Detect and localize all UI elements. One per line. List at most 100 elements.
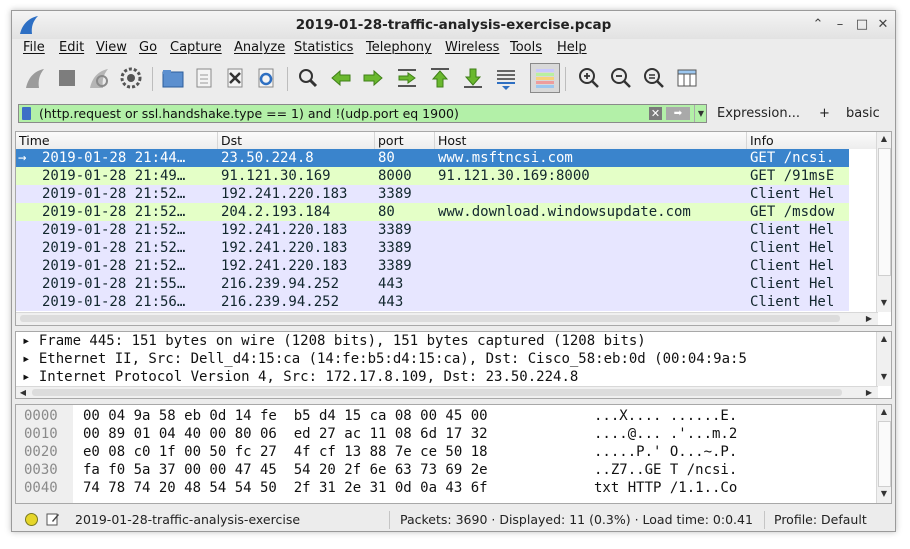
zoom-in-icon[interactable] — [574, 63, 604, 93]
table-row[interactable]: 2019-01-28 21:52… 192.241.220.183 3389 Clie… — [16, 257, 849, 275]
stop-icon[interactable] — [52, 63, 82, 93]
menu-view[interactable]: View — [96, 40, 127, 55]
scroll-left-arrow[interactable]: ◀ — [16, 386, 30, 398]
scroll-down-arrow[interactable]: ▼ — [877, 487, 891, 501]
byte-hex[interactable]: 74 78 74 20 48 54 54 50 2f 31 2e 31 0d 0… — [83, 479, 488, 497]
table-row[interactable]: 2019-01-28 21:56… 216.239.94.252 443 Client… — [16, 293, 849, 311]
table-row[interactable]: 2019-01-28 21:49… 91.121.30.169 8000 91.121… — [16, 167, 849, 185]
close-button[interactable]: ✕ — [874, 16, 892, 34]
status-profile[interactable]: Profile: Default — [774, 512, 867, 527]
table-row[interactable]: 2019-01-28 21:55… 216.239.94.252 443 Client… — [16, 275, 849, 293]
normal-size-icon[interactable] — [639, 63, 669, 93]
menu-capture[interactable]: Capture — [170, 40, 222, 55]
table-row[interactable]: 2019-01-28 21:52… 192.241.220.183 3389 Clie… — [16, 239, 849, 257]
table-row[interactable]: 2019-01-28 21:52… 204.2.193.184 80 www.down… — [16, 203, 849, 221]
autoscroll-icon[interactable] — [491, 63, 521, 93]
back-arrow-icon[interactable] — [326, 63, 356, 93]
scroll-up-arrow[interactable]: ▲ — [877, 405, 891, 419]
restart-icon[interactable] — [84, 63, 114, 93]
maximize-button[interactable]: □ — [853, 16, 871, 34]
cell-time: 2019-01-28 21:49… — [42, 168, 186, 184]
packet-list-hscrollbar[interactable]: ▶ — [16, 312, 878, 325]
packet-list-vscrollbar[interactable]: ▲ ▼ — [876, 132, 891, 312]
menu-help[interactable]: Help — [557, 40, 587, 55]
menu-file[interactable]: File — [23, 40, 45, 55]
menu-edit[interactable]: Edit — [59, 40, 84, 55]
close-file-icon[interactable] — [220, 63, 250, 93]
menu-telephony[interactable]: Telephony — [366, 40, 432, 55]
byte-hex[interactable]: 00 89 01 04 40 00 80 06 ed 27 ac 11 08 6… — [83, 425, 488, 443]
zoom-out-icon[interactable] — [606, 63, 636, 93]
filter-button-basic[interactable]: basic — [846, 106, 880, 121]
byte-hex[interactable]: 00 04 9a 58 eb 0d 14 fe b5 d4 15 ca 08 0… — [83, 407, 488, 425]
byte-offset: 0030 — [24, 462, 58, 478]
column-header-info[interactable]: Info — [747, 132, 878, 149]
tree-item-ethernet[interactable]: ▸ Ethernet II, Src: Dell_d4:15:ca (14:fe… — [22, 350, 747, 368]
table-row[interactable]: 2019-01-28 21:52… 192.241.220.183 3389 Clie… — [16, 185, 849, 203]
toolbar-separator — [152, 67, 153, 91]
byte-ascii[interactable]: ..Z7..GE T /ncsi. — [594, 461, 737, 479]
apply-filter-icon[interactable]: ➡ — [666, 107, 690, 120]
display-filter-input[interactable]: (http.request or ssl.handshake.type == 1… — [18, 104, 707, 123]
shade-button[interactable]: ⌃ — [809, 16, 827, 34]
menu-analyze[interactable]: Analyze — [234, 40, 285, 55]
scroll-up-arrow[interactable]: ▲ — [877, 332, 891, 346]
scroll-down-arrow[interactable]: ▼ — [877, 370, 891, 384]
byte-hex[interactable]: e0 08 c0 1f 00 50 fc 27 4f cf 13 88 7e c… — [83, 443, 488, 461]
bookmark-icon[interactable] — [22, 107, 31, 120]
reload-icon[interactable] — [251, 63, 281, 93]
menu-tools[interactable]: Tools — [510, 40, 542, 55]
first-packet-icon[interactable] — [425, 63, 455, 93]
byte-ascii[interactable]: .....P.' O...~.P. — [594, 443, 737, 461]
tree-item-frame[interactable]: ▸ Frame 445: 151 bytes on wire (1208 bit… — [22, 332, 646, 350]
scroll-thumb[interactable] — [878, 421, 891, 487]
scroll-up-arrow[interactable]: ▲ — [877, 132, 891, 146]
byte-ascii[interactable]: txt HTTP /1.1..Co — [594, 479, 737, 497]
file-icon[interactable] — [189, 63, 219, 93]
status-separator — [764, 511, 765, 529]
capture-options-icon[interactable] — [116, 63, 146, 93]
scroll-down-arrow[interactable]: ▼ — [877, 296, 891, 310]
cell-dst: 216.239.94.252 — [221, 276, 340, 292]
byte-ascii[interactable]: ....@... .'...m.2 — [594, 425, 737, 443]
shark-fin-start-icon[interactable] — [20, 63, 50, 93]
bytes-vscrollbar[interactable]: ▲ ▼ — [876, 405, 891, 503]
capture-comment-icon[interactable] — [46, 512, 60, 526]
hscroll-thumb[interactable] — [20, 315, 840, 322]
byte-ascii[interactable]: ...X.... ......E. — [594, 407, 737, 425]
search-icon[interactable] — [293, 63, 323, 93]
column-header-time[interactable]: Time — [16, 132, 218, 149]
scroll-right-arrow[interactable]: ▶ — [862, 386, 876, 398]
hscroll-thumb[interactable] — [32, 389, 842, 396]
column-header-port[interactable]: port — [375, 132, 435, 149]
clear-filter-icon[interactable]: ✕ — [649, 107, 662, 120]
goto-packet-icon[interactable] — [392, 63, 422, 93]
table-row[interactable]: 2019-01-28 21:52… 192.241.220.183 3389 Clie… — [16, 221, 849, 239]
cell-port: 3389 — [378, 240, 412, 256]
details-hscrollbar[interactable]: ◀ ▶ — [16, 386, 878, 398]
tree-item-ip[interactable]: ▸ Internet Protocol Version 4, Src: 172.… — [22, 368, 578, 386]
table-row[interactable]: → 2019-01-28 21:44… 23.50.224.8 80 www.msftn… — [16, 149, 849, 167]
chevron-down-icon[interactable]: ▼ — [694, 105, 707, 122]
title-bar[interactable]: 2019-01-28-traffic-analysis-exercise.pca… — [12, 11, 895, 39]
menu-wireless[interactable]: Wireless — [445, 40, 499, 55]
display-filter-text[interactable]: (http.request or ssl.handshake.type == 1… — [39, 106, 459, 121]
add-filter-button[interactable]: + — [819, 106, 830, 121]
details-vscrollbar[interactable]: ▲ ▼ — [876, 332, 891, 386]
expression-button[interactable]: Expression... — [717, 106, 800, 121]
byte-hex[interactable]: fa f0 5a 37 00 00 47 45 54 20 2f 6e 63 7… — [83, 461, 488, 479]
cell-host: www.download.windowsupdate.com — [438, 204, 691, 220]
colorize-icon[interactable] — [530, 63, 560, 93]
scroll-right-arrow[interactable]: ▶ — [862, 312, 876, 325]
last-packet-icon[interactable] — [458, 63, 488, 93]
expert-info-icon[interactable] — [25, 513, 38, 526]
open-folder-icon[interactable] — [158, 63, 188, 93]
menu-statistics[interactable]: Statistics — [294, 40, 353, 55]
scroll-thumb[interactable] — [878, 148, 891, 276]
column-header-dst[interactable]: Dst — [218, 132, 375, 149]
column-header-host[interactable]: Host — [435, 132, 747, 149]
minimize-button[interactable]: – — [831, 16, 849, 34]
menu-go[interactable]: Go — [139, 40, 157, 55]
forward-arrow-icon[interactable] — [358, 63, 388, 93]
resize-columns-icon[interactable] — [672, 63, 702, 93]
